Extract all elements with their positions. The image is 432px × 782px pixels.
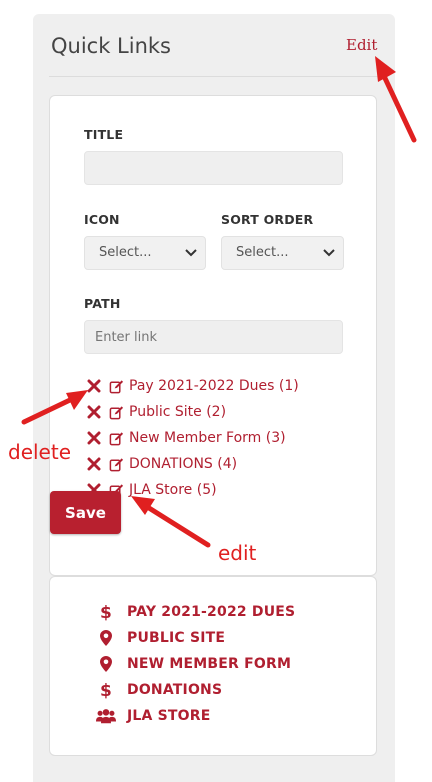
quick-links-panel: Quick Links Edit TITLE ICON Select... SO…: [33, 14, 395, 782]
quick-link-label[interactable]: PUBLIC SITE: [127, 630, 225, 646]
map-marker-icon: [96, 630, 116, 646]
chevron-down-icon: [323, 249, 335, 257]
path-label: PATH: [84, 296, 121, 311]
users-icon: [96, 708, 116, 724]
editable-link-label[interactable]: Public Site (2): [129, 404, 226, 420]
quick-link-item[interactable]: PUBLIC SITE: [96, 627, 225, 649]
save-button[interactable]: Save: [50, 491, 121, 534]
edit-icon[interactable]: [109, 379, 124, 394]
editable-link-label[interactable]: Pay 2021-2022 Dues (1): [129, 378, 299, 394]
quick-link-label[interactable]: NEW MEMBER FORM: [127, 656, 291, 672]
title-label: TITLE: [84, 127, 124, 142]
quick-link-item[interactable]: $ DONATIONS: [96, 679, 222, 701]
sort-order-label: SORT ORDER: [221, 212, 314, 227]
svg-text:$: $: [100, 603, 112, 621]
editable-link-label[interactable]: New Member Form (3): [129, 430, 286, 446]
icon-select-value: Select...: [99, 245, 152, 260]
delete-icon[interactable]: [87, 405, 101, 419]
editable-link-label[interactable]: DONATIONS (4): [129, 456, 237, 472]
edit-icon[interactable]: [109, 405, 124, 420]
editable-link-row: Public Site (2): [87, 401, 226, 423]
quick-link-item[interactable]: JLA STORE: [96, 705, 211, 727]
map-marker-icon: [96, 656, 116, 672]
edit-link[interactable]: Edit: [346, 36, 377, 54]
quick-link-item[interactable]: NEW MEMBER FORM: [96, 653, 291, 675]
quick-link-item[interactable]: $ PAY 2021-2022 DUES: [96, 601, 295, 623]
delete-icon[interactable]: [87, 379, 101, 393]
divider: [49, 76, 379, 77]
icon-label: ICON: [84, 212, 120, 227]
sort-order-select[interactable]: Select...: [221, 236, 344, 270]
editable-link-row: DONATIONS (4): [87, 453, 237, 475]
icon-select[interactable]: Select...: [84, 236, 206, 270]
quick-link-label[interactable]: PAY 2021-2022 DUES: [127, 604, 295, 620]
edit-annotation: edit: [218, 541, 257, 565]
editable-link-row: Pay 2021-2022 Dues (1): [87, 375, 299, 397]
svg-text:$: $: [100, 681, 112, 699]
editable-link-row: New Member Form (3): [87, 427, 286, 449]
dollar-icon: $: [96, 681, 116, 699]
delete-icon[interactable]: [87, 431, 101, 445]
edit-icon[interactable]: [109, 431, 124, 446]
title-input[interactable]: [84, 151, 343, 185]
quick-links-list: $ PAY 2021-2022 DUES PUBLIC SITE NEW MEM…: [49, 576, 377, 756]
editable-link-label[interactable]: JLA Store (5): [129, 482, 217, 498]
sort-order-select-value: Select...: [236, 245, 289, 260]
chevron-down-icon: [185, 249, 197, 257]
panel-title: Quick Links: [51, 34, 172, 58]
quick-link-label[interactable]: DONATIONS: [127, 682, 222, 698]
edit-icon[interactable]: [109, 457, 124, 472]
quick-link-label[interactable]: JLA STORE: [127, 708, 211, 724]
path-input[interactable]: [84, 320, 343, 354]
delete-annotation: delete: [8, 440, 72, 464]
delete-icon[interactable]: [87, 457, 101, 471]
dollar-icon: $: [96, 603, 116, 621]
